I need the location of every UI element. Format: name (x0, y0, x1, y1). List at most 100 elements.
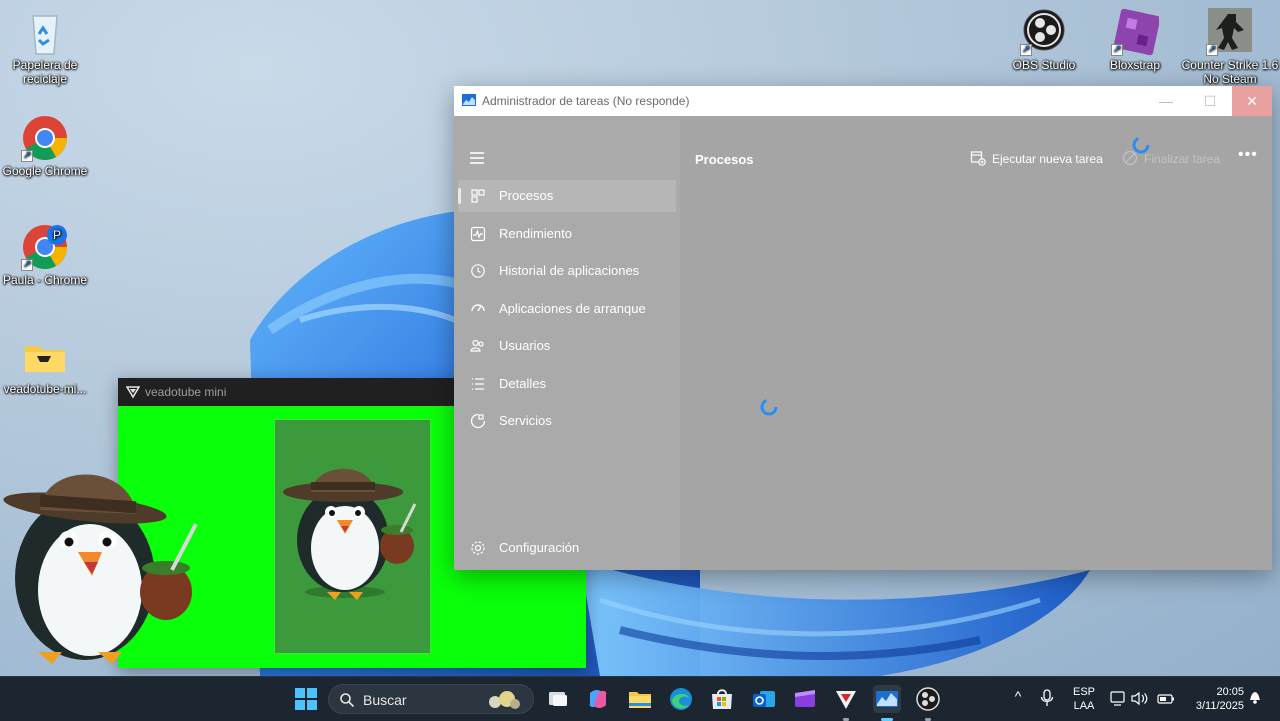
details-icon (472, 378, 484, 390)
desktop-icon-veadotube-folder[interactable]: veadotube-mi... (0, 332, 90, 396)
window-title: Administrador de tareas (No responde) (482, 94, 690, 108)
shortcut-arrow-icon: ↗ (1111, 44, 1123, 56)
processes-icon (471, 189, 485, 203)
loading-spinner-icon (1132, 136, 1150, 154)
run-task-icon (970, 151, 986, 166)
clipchamp-button[interactable] (791, 685, 819, 713)
desktop-icon-label: Counter Strike 1.6 No Steam (1181, 58, 1279, 86)
desktop-icon-label: Google Chrome (2, 164, 88, 178)
obs-taskbar-button[interactable] (914, 685, 942, 721)
users-icon (470, 339, 484, 352)
file-explorer-icon (629, 692, 651, 708)
task-manager-titlebar[interactable]: Administrador de tareas (No responde) — … (454, 86, 1272, 116)
active-indicator (458, 188, 461, 204)
desktop-icon-recycle-bin[interactable]: Papelera de reciclaje (0, 8, 90, 86)
history-icon (471, 264, 485, 278)
bell-icon (1250, 692, 1260, 704)
desktop-icon-obs-studio[interactable]: ↗ OBS Studio (999, 8, 1089, 72)
more-options-button[interactable]: ••• (1238, 146, 1258, 164)
edge-button[interactable] (667, 685, 695, 713)
clock[interactable]: 20:05 3/11/2025 (1184, 685, 1244, 713)
nav-label: Servicios (499, 413, 552, 428)
desktop-icon-paula-chrome[interactable]: P ↗ Paula - Chrome (0, 223, 90, 287)
network-volume-battery-group[interactable] (1110, 690, 1176, 712)
end-task-label: Finalizar tarea (1144, 152, 1221, 166)
taskbar: Buscar ^ ESP LAA 20:05 3/11/2025 (0, 676, 1280, 721)
nav-label: Historial de aplicaciones (499, 263, 640, 278)
task-view-icon (549, 692, 567, 706)
veadotube-taskbar-button[interactable] (832, 685, 860, 721)
minimize-button[interactable]: — (1146, 86, 1186, 116)
clock-date: 3/11/2025 (1195, 700, 1244, 712)
loading-spinner-icon (760, 398, 778, 416)
nav-item-detalles[interactable]: Detalles (458, 368, 676, 400)
desktop-icon-bloxstrap[interactable]: ↗ Bloxstrap (1090, 8, 1180, 72)
notifications-button[interactable] (1248, 689, 1262, 709)
desktop-icon-label: Bloxstrap (1109, 58, 1161, 72)
nav-label: Rendimiento (499, 226, 572, 241)
chrome-profile-icon: P ↗ (21, 223, 69, 271)
penguin-avatar-image (283, 468, 417, 600)
gear-icon (471, 541, 485, 555)
microphone-button[interactable] (1040, 689, 1054, 711)
desktop-icon-label: OBS Studio (1012, 58, 1076, 72)
nav-item-configuracion[interactable]: Configuración (458, 532, 676, 564)
show-hidden-icons-button[interactable]: ^ (1010, 689, 1026, 703)
desktop-icon-google-chrome[interactable]: ↗ Google Chrome (0, 114, 90, 178)
minimize-icon: — (1159, 93, 1173, 109)
nav-item-procesos[interactable]: Procesos (458, 180, 676, 212)
outlook-button[interactable] (750, 685, 778, 713)
desktop-icon-label: veadotube-mi... (3, 382, 87, 396)
task-manager-taskbar-button[interactable] (873, 685, 901, 721)
task-manager-sidebar: Procesos Rendimiento Historial de aplica… (454, 116, 680, 570)
services-icon (470, 413, 486, 429)
keyboard-layout: LAA (1073, 700, 1095, 712)
startup-icon (471, 304, 485, 312)
clipchamp-icon (795, 690, 815, 707)
search-icon (340, 693, 355, 708)
start-button[interactable] (292, 685, 320, 713)
page-title: Procesos (695, 152, 754, 167)
language-code: ESP (1072, 686, 1095, 698)
microsoft-store-button[interactable] (708, 685, 736, 713)
close-button[interactable]: ✕ (1232, 86, 1272, 116)
edge-icon (670, 688, 692, 710)
desktop-icon-label: Paula - Chrome (2, 273, 88, 287)
task-manager-icon (876, 691, 898, 707)
nav-item-usuarios[interactable]: Usuarios (458, 330, 676, 362)
maximize-icon: ☐ (1203, 93, 1217, 109)
taskbar-search-box[interactable]: Buscar (328, 684, 534, 714)
chrome-icon: ↗ (21, 114, 69, 162)
nav-label: Detalles (499, 376, 546, 391)
store-icon (712, 689, 732, 709)
recycle-bin-icon (21, 8, 69, 56)
performance-icon (470, 226, 486, 242)
task-manager-window[interactable]: Administrador de tareas (No responde) — … (454, 86, 1272, 570)
nav-item-servicios[interactable]: Servicios (458, 405, 676, 437)
file-explorer-button[interactable] (626, 685, 654, 713)
nav-item-arranque[interactable]: Aplicaciones de arranque (458, 293, 676, 325)
input-language-button[interactable]: ESP LAA (1070, 685, 1098, 713)
nav-label: Usuarios (499, 338, 551, 353)
shortcut-arrow-icon: ↗ (1206, 44, 1218, 56)
nav-item-historial[interactable]: Historial de aplicaciones (458, 255, 676, 287)
task-view-button[interactable] (544, 685, 572, 713)
maximize-button[interactable]: ☐ (1190, 86, 1230, 116)
obs-icon: ↗ (1020, 8, 1068, 56)
obs-icon (916, 687, 940, 711)
copilot-button[interactable] (584, 685, 612, 713)
veadotube-logo-icon (126, 386, 140, 399)
counter-strike-icon: ↗ (1206, 8, 1254, 56)
run-task-label: Ejecutar nueva tarea (992, 152, 1103, 166)
copilot-icon (589, 690, 607, 708)
windows-logo-icon (295, 688, 317, 710)
search-label: Buscar (363, 692, 407, 708)
veadotube-icon (836, 691, 856, 709)
shortcut-arrow-icon: ↗ (21, 150, 33, 162)
desktop-icon-counter-strike[interactable]: ↗ Counter Strike 1.6 No Steam (1180, 8, 1280, 86)
svg-text:P: P (53, 228, 61, 242)
outlook-icon (753, 691, 775, 707)
hamburger-menu-icon[interactable] (470, 152, 484, 167)
run-new-task-button[interactable]: Ejecutar nueva tarea (970, 150, 1103, 169)
nav-item-rendimiento[interactable]: Rendimiento (458, 218, 676, 250)
